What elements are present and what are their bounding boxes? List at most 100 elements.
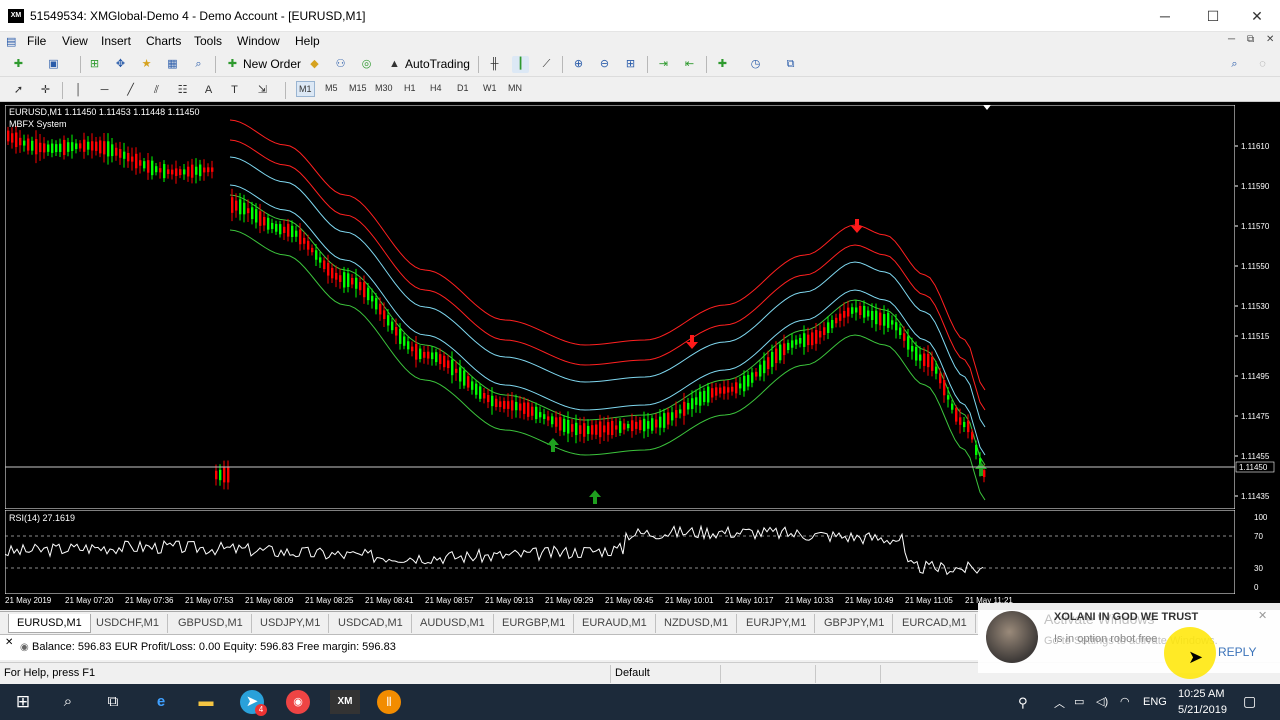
windows-start-icon[interactable]: ⊞ bbox=[10, 690, 36, 714]
timeframe-d1[interactable]: D1 bbox=[457, 83, 469, 93]
task-view-icon[interactable]: ⧉ bbox=[100, 690, 126, 714]
menu-help[interactable]: Help bbox=[295, 34, 320, 48]
market-watch-icon[interactable]: ⊞ bbox=[86, 56, 103, 73]
action-center-icon[interactable]: ▢ bbox=[1243, 693, 1256, 710]
candle-body bbox=[735, 382, 738, 394]
volume-icon[interactable]: ◁) bbox=[1096, 695, 1108, 708]
market-icon[interactable]: ◎ bbox=[358, 56, 375, 73]
horizontal-line-icon[interactable]: ─ bbox=[96, 82, 113, 99]
mdi-minimize-button[interactable]: ─ bbox=[1228, 34, 1235, 45]
equidistant-channel-icon[interactable]: ⫽ bbox=[148, 82, 165, 99]
candle-body bbox=[255, 209, 258, 223]
symbol-tab[interactable]: USDCAD,M1 bbox=[330, 614, 412, 633]
timeframe-m15[interactable]: M15 bbox=[349, 83, 367, 93]
zoom-out-icon[interactable]: ⊖ bbox=[596, 56, 613, 73]
notification-close-icon[interactable]: ✕ bbox=[1258, 609, 1267, 622]
tile-windows-icon[interactable]: ⊞ bbox=[622, 56, 639, 73]
xm-terminal-icon[interactable]: XM bbox=[330, 690, 360, 714]
symbol-tab[interactable]: EURGBP,M1 bbox=[494, 614, 575, 633]
candle-body bbox=[903, 333, 906, 341]
menu-view[interactable]: View bbox=[62, 34, 88, 48]
price-chart[interactable]: EURUSD,M1 1.11450 1.11453 1.11448 1.1145… bbox=[5, 105, 1235, 509]
timeframe-w1[interactable]: W1 bbox=[483, 83, 497, 93]
bar-chart-icon[interactable]: ╫ bbox=[486, 56, 503, 73]
timeframe-m1[interactable]: M1 bbox=[296, 81, 315, 97]
symbol-tab[interactable]: EURCAD,M1 bbox=[894, 614, 976, 633]
vertical-line-icon[interactable]: │ bbox=[70, 82, 87, 99]
menu-window[interactable]: Window bbox=[237, 34, 280, 48]
mdi-close-button[interactable]: ✕ bbox=[1266, 34, 1274, 45]
terminal-icon[interactable]: ▦ bbox=[164, 56, 181, 73]
terminal-close-icon[interactable]: ✕ bbox=[5, 637, 13, 648]
timeframe-h4[interactable]: H4 bbox=[430, 83, 442, 93]
text-icon[interactable]: A bbox=[200, 82, 217, 99]
symbol-tab[interactable]: EURJPY,M1 bbox=[738, 614, 816, 633]
edge-browser-icon[interactable]: e bbox=[148, 690, 174, 714]
chart-app-icon[interactable]: ⫴ bbox=[377, 690, 401, 714]
chat-icon[interactable]: ◌ bbox=[1254, 56, 1271, 73]
symbol-tab[interactable]: USDCHF,M1 bbox=[88, 614, 168, 633]
minimize-button[interactable]: ─ bbox=[1142, 0, 1188, 32]
symbol-tab[interactable]: NZDUSD,M1 bbox=[656, 614, 738, 633]
zoom-in-icon[interactable]: ⊕ bbox=[570, 56, 587, 73]
new-order-icon[interactable]: ✚ bbox=[224, 56, 241, 73]
menu-insert[interactable]: Insert bbox=[101, 34, 131, 48]
text-label-icon[interactable]: T bbox=[226, 82, 243, 99]
trendline-icon[interactable]: ╱ bbox=[122, 82, 139, 99]
chrome-icon[interactable]: ◉ bbox=[286, 690, 310, 714]
signals-icon[interactable]: ⚇ bbox=[332, 56, 349, 73]
people-icon[interactable]: ⚲ bbox=[1018, 695, 1028, 711]
show-hidden-icons-icon[interactable]: ︿ bbox=[1054, 695, 1065, 711]
maximize-button[interactable]: ☐ bbox=[1190, 0, 1236, 32]
line-chart-icon[interactable]: ⟋ bbox=[538, 56, 555, 73]
data-window-icon[interactable]: ★ bbox=[138, 56, 155, 73]
arrows-icon[interactable]: ⇲ bbox=[254, 82, 271, 99]
network-icon[interactable]: ◠ bbox=[1120, 695, 1130, 708]
language-indicator[interactable]: ENG bbox=[1143, 696, 1167, 708]
symbol-tab[interactable]: GBPJPY,M1 bbox=[816, 614, 894, 633]
symbol-tab[interactable]: AUDUSD,M1 bbox=[412, 614, 494, 633]
candle-body bbox=[755, 371, 758, 377]
candlestick-icon[interactable]: ┃ bbox=[512, 56, 529, 73]
timeframe-m5[interactable]: M5 bbox=[325, 83, 338, 93]
search-icon[interactable]: ⌕ bbox=[55, 690, 81, 714]
periods-icon[interactable]: ◷ bbox=[747, 56, 764, 73]
cursor-icon[interactable]: ➚ bbox=[10, 82, 27, 99]
autotrading-icon[interactable]: ▲ bbox=[386, 56, 403, 73]
metaeditor-icon[interactable]: ◆ bbox=[306, 56, 323, 73]
templates-icon[interactable]: ⧉ bbox=[782, 56, 799, 73]
symbol-tab[interactable]: GBPUSD,M1 bbox=[170, 614, 252, 633]
new-chart-icon[interactable]: ✚ bbox=[10, 56, 27, 73]
navigator-icon[interactable]: ✥ bbox=[112, 56, 129, 73]
symbol-tab[interactable]: EURAUD,M1 bbox=[574, 614, 656, 633]
menu-tools[interactable]: Tools bbox=[194, 34, 222, 48]
clock-time[interactable]: 10:25 AM bbox=[1178, 688, 1224, 700]
strategy-tester-icon[interactable]: ⌕ bbox=[190, 56, 207, 73]
auto-scroll-icon[interactable]: ⇥ bbox=[655, 56, 672, 73]
menu-file[interactable]: File bbox=[27, 34, 46, 48]
autotrading-button[interactable]: AutoTrading bbox=[405, 57, 470, 71]
candle-body bbox=[795, 339, 798, 345]
timeframe-h1[interactable]: H1 bbox=[404, 83, 416, 93]
chart-shift-icon[interactable]: ⇤ bbox=[681, 56, 698, 73]
timeframe-mn[interactable]: MN bbox=[508, 83, 522, 93]
notification-toast[interactable]: Activate Windows Go to Settings to activ… bbox=[978, 603, 1280, 679]
rsi-chart[interactable]: RSI(14) 27.1619 bbox=[5, 510, 1235, 594]
mdi-restore-button[interactable]: ⧉ bbox=[1247, 34, 1254, 45]
search-icon[interactable]: ⌕ bbox=[1226, 56, 1243, 73]
crosshair-icon[interactable]: ✛ bbox=[37, 82, 54, 99]
indicators-icon[interactable]: ✚ bbox=[714, 56, 731, 73]
reply-button[interactable]: REPLY bbox=[1218, 645, 1256, 659]
timeframe-m30[interactable]: M30 bbox=[375, 83, 393, 93]
file-explorer-icon[interactable]: ▬ bbox=[193, 690, 219, 714]
menu-charts[interactable]: Charts bbox=[146, 34, 181, 48]
close-button[interactable]: ✕ bbox=[1234, 0, 1280, 32]
symbol-tab[interactable]: EURUSD,M1 bbox=[8, 614, 91, 633]
symbol-tab[interactable]: USDJPY,M1 bbox=[252, 614, 330, 633]
fibonacci-icon[interactable]: ☷ bbox=[174, 82, 191, 99]
profile-name[interactable]: Default bbox=[615, 667, 650, 679]
profiles-icon[interactable]: ▣ bbox=[45, 56, 62, 73]
battery-icon[interactable]: ▭ bbox=[1074, 695, 1084, 708]
new-order-button[interactable]: New Order bbox=[243, 57, 301, 71]
clock-date[interactable]: 5/21/2019 bbox=[1178, 704, 1227, 716]
